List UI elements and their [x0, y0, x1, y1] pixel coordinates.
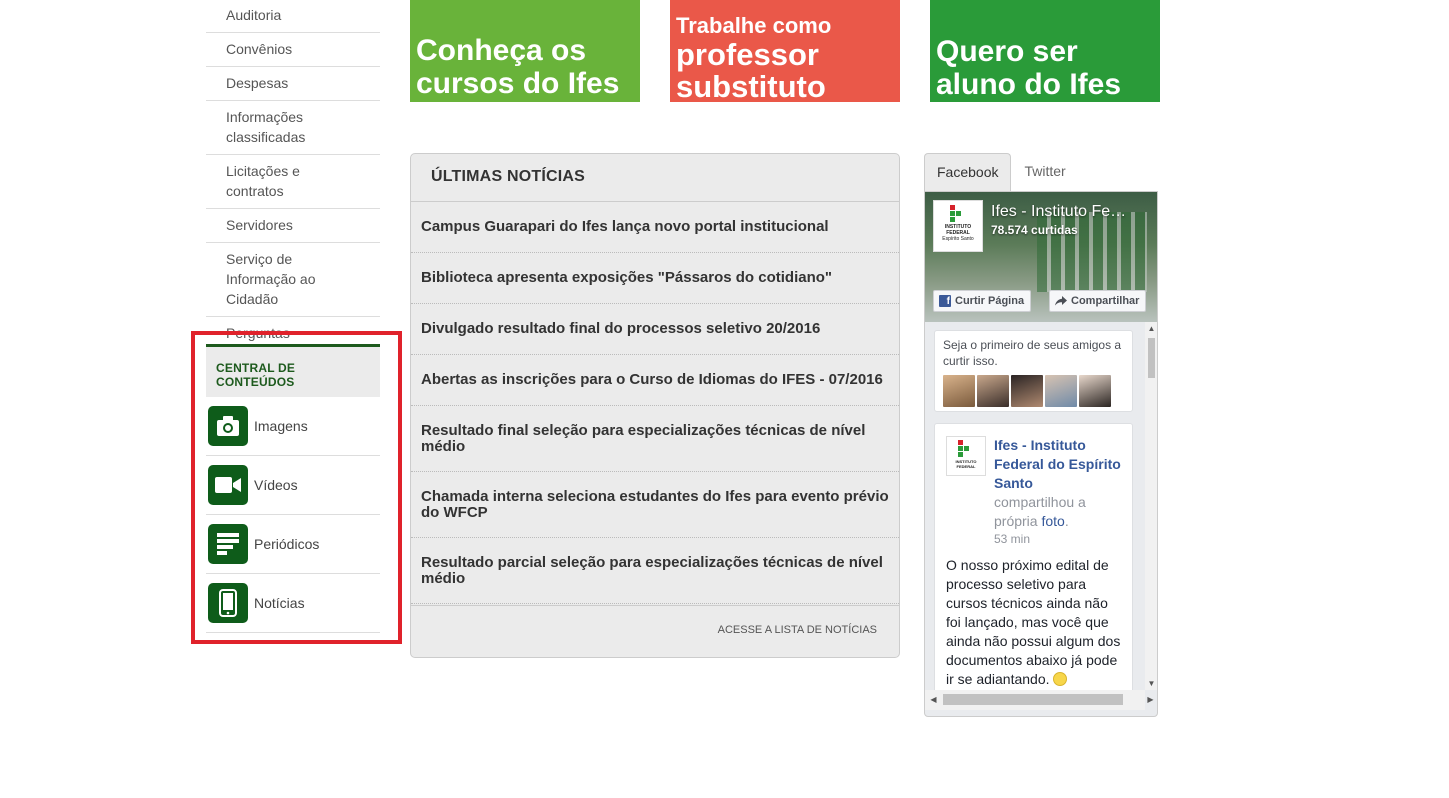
menu-item-informacoes-classificadas[interactable]: Informações classificadas [206, 101, 380, 155]
central-title: CENTRAL DE CONTEÚDOS [206, 344, 380, 397]
news-item[interactable]: Abertas as inscrições para o Curso de Id… [411, 355, 899, 406]
central-de-conteudos: CENTRAL DE CONTEÚDOS Imagens Vídeos Peri… [206, 344, 380, 633]
post-body: O nosso próximo edital de processo selet… [946, 556, 1121, 689]
horizontal-scrollbar[interactable]: ◀ ▶ [925, 690, 1154, 710]
friend-avatar[interactable] [943, 375, 975, 407]
like-page-button[interactable]: f Curtir Página [933, 290, 1032, 312]
news-list-link[interactable]: ACESSE A LISTA DE NOTÍCIAS [411, 605, 899, 653]
banner-professor-substituto[interactable]: Trabalhe como professor substituto [670, 0, 900, 102]
scroll-up-icon[interactable]: ▲ [1145, 322, 1157, 335]
transparency-menu: Auditoria Convênios Despesas Informações… [206, 0, 380, 371]
banner-conheca-cursos[interactable]: Conheça os cursos do Ifes [410, 0, 640, 102]
smiley-icon [1053, 672, 1068, 686]
scroll-thumb[interactable] [943, 694, 1123, 705]
central-item-imagens[interactable]: Imagens [206, 397, 380, 456]
like-page-label: Curtir Página [955, 295, 1025, 307]
central-label-videos: Vídeos [254, 477, 298, 493]
share-arrow-icon [1055, 296, 1067, 306]
banner-professor-small: Trabalhe como [676, 13, 832, 38]
central-label-imagens: Imagens [254, 418, 308, 434]
friends-card: Seja o primeiro de seus amigos a curtir … [934, 330, 1133, 412]
share-button[interactable]: Compartilhar [1049, 290, 1147, 312]
central-label-periodicos: Periódicos [254, 536, 320, 552]
ifes-logo[interactable]: INSTITUTO FEDERAL Espírito Santo [933, 200, 983, 252]
social-tabs: Facebook Twitter [924, 153, 1078, 191]
fb-post: INSTITUTO FEDERAL Ifes - Instituto Feder… [934, 423, 1133, 690]
friends-text: Seja o primeiro de seus amigos a curtir … [943, 338, 1122, 368]
fb-cover-photo: INSTITUTO FEDERAL Espírito Santo Ifes - … [925, 192, 1157, 322]
latest-news-panel: ÚLTIMAS NOTÍCIAS Campus Guarapari do Ife… [410, 153, 900, 658]
menu-item-despesas[interactable]: Despesas [206, 67, 380, 101]
share-label: Compartilhar [1071, 295, 1140, 307]
post-action-text: compartilhou a própria [994, 494, 1086, 529]
vertical-scrollbar[interactable]: ▲ ▼ [1145, 322, 1157, 690]
news-title: ÚLTIMAS NOTÍCIAS [411, 154, 899, 202]
news-item[interactable]: Campus Guarapari do Ifes lança novo port… [411, 202, 899, 253]
fb-feed: Seja o primeiro de seus amigos a curtir … [925, 322, 1145, 690]
ifes-logo-mark [957, 440, 975, 457]
scroll-down-icon[interactable]: ▼ [1145, 677, 1157, 690]
tab-twitter[interactable]: Twitter [1011, 153, 1077, 191]
friend-avatar[interactable] [1045, 375, 1077, 407]
news-item[interactable]: Divulgado resultado final do processos s… [411, 304, 899, 355]
friend-avatar[interactable] [1079, 375, 1111, 407]
post-header: INSTITUTO FEDERAL Ifes - Instituto Feder… [946, 436, 1121, 548]
scroll-thumb[interactable] [1148, 338, 1155, 378]
tab-facebook[interactable]: Facebook [924, 153, 1012, 191]
logo-text: INSTITUTO FEDERAL [955, 459, 977, 469]
post-photo-link[interactable]: foto [1041, 513, 1064, 529]
central-item-periodicos[interactable]: Periódicos [206, 515, 380, 574]
post-meta: Ifes - Instituto Federal do Espírito San… [994, 436, 1121, 548]
news-item[interactable]: Resultado parcial seleção para especiali… [411, 538, 899, 604]
post-timestamp[interactable]: 53 min [994, 531, 1121, 548]
banner-professor-big: professor substituto [676, 37, 826, 103]
post-text: O nosso próximo edital de processo selet… [946, 557, 1121, 687]
scroll-left-icon[interactable]: ◀ [927, 693, 940, 706]
menu-item-servidores[interactable]: Servidores [206, 209, 380, 243]
document-lines-icon [208, 524, 248, 564]
mobile-phone-icon [208, 583, 248, 623]
central-item-videos[interactable]: Vídeos [206, 456, 380, 515]
ifes-logo-mark [949, 205, 967, 222]
central-label-noticias: Notícias [254, 595, 305, 611]
news-item[interactable]: Chamada interna seleciona estudantes do … [411, 472, 899, 538]
post-action: compartilhou a própria foto. [994, 494, 1086, 529]
facebook-page-widget: INSTITUTO FEDERAL Espírito Santo Ifes - … [924, 191, 1158, 717]
central-item-noticias[interactable]: Notícias [206, 574, 380, 633]
post-author[interactable]: Ifes - Instituto Federal do Espírito San… [994, 436, 1121, 493]
friends-faces [943, 375, 1124, 407]
news-item[interactable]: Resultado final seleção para especializa… [411, 406, 899, 472]
video-camera-icon [208, 465, 248, 505]
fb-likes-count: 78.574 curtidas [991, 223, 1078, 237]
menu-item-sic[interactable]: Serviço de Informação ao Cidadão [206, 243, 380, 317]
fb-page-name[interactable]: Ifes - Instituto Federal do Espírito San… [991, 203, 1131, 221]
menu-item-convenios[interactable]: Convênios [206, 33, 380, 67]
banner-quero-ser-aluno[interactable]: Quero ser aluno do Ifes [930, 0, 1160, 102]
scroll-right-icon[interactable]: ▶ [1144, 693, 1157, 706]
post-author-logo[interactable]: INSTITUTO FEDERAL [946, 436, 986, 476]
friend-avatar[interactable] [977, 375, 1009, 407]
menu-item-auditoria[interactable]: Auditoria [206, 0, 380, 33]
logo-subtext: Espírito Santo [942, 236, 974, 242]
logo-text: INSTITUTO FEDERAL [944, 224, 972, 236]
friend-avatar[interactable] [1011, 375, 1043, 407]
news-item[interactable]: Biblioteca apresenta exposições "Pássaro… [411, 253, 899, 304]
menu-item-licitacoes[interactable]: Licitações e contratos [206, 155, 380, 209]
camera-icon [208, 406, 248, 446]
facebook-icon: f [939, 295, 951, 307]
